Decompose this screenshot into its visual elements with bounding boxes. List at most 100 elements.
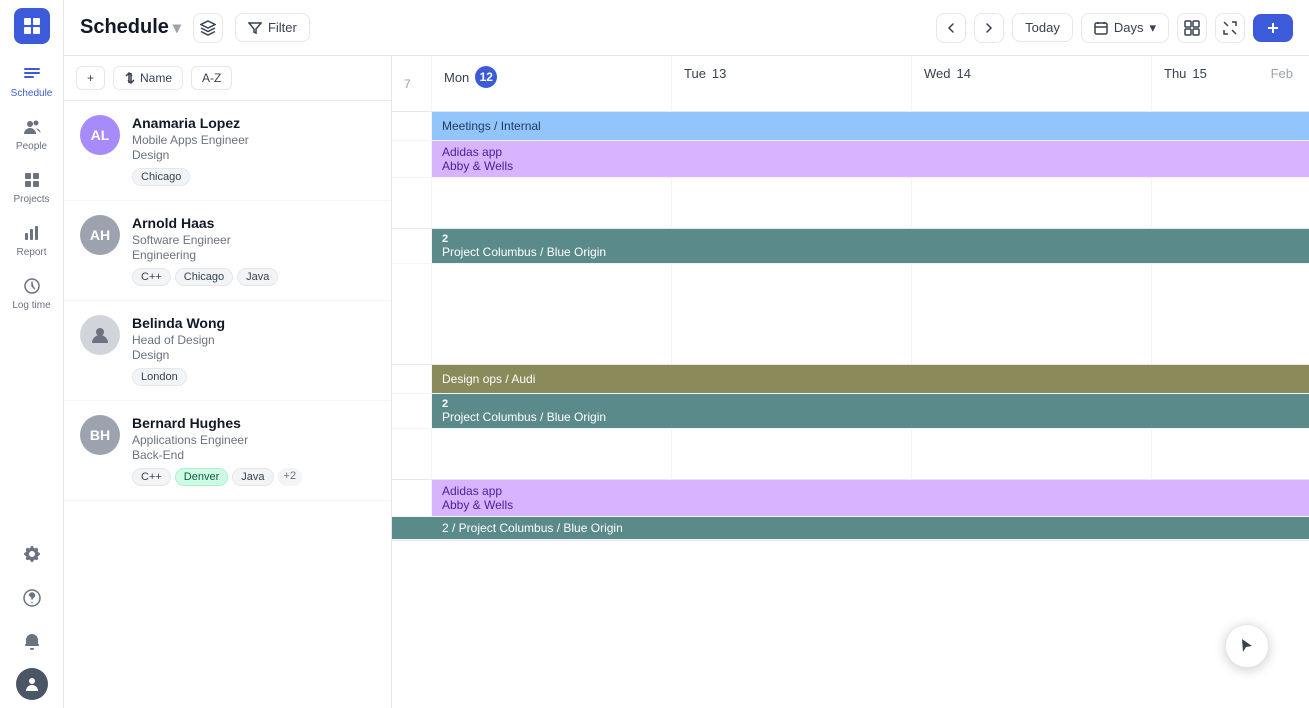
add-person-button[interactable]: +: [76, 66, 105, 90]
content-area: + Name A-Z AL Anama: [64, 56, 1309, 708]
sidebar-item-people[interactable]: People: [4, 109, 60, 158]
sidebar-item-report[interactable]: Report: [4, 215, 60, 264]
person-info-anamaria: Anamaria Lopez Mobile Apps Engineer Desi…: [132, 115, 375, 186]
avatar-bernard: BH: [80, 415, 120, 455]
tag-java-bernard: Java: [232, 468, 273, 486]
schedule-icon: [20, 62, 44, 86]
person-card-bernard: BH Bernard Hughes Applications Engineer …: [64, 401, 391, 501]
cell-anamaria-thu[interactable]: [1152, 178, 1309, 228]
person-role-bernard: Applications Engineer: [132, 433, 375, 447]
app-logo[interactable]: [14, 8, 50, 44]
event-row-columbus-1: 2 Project Columbus / Blue Origin: [392, 229, 1309, 264]
month-label: Feb: [1271, 66, 1293, 81]
avatar-arnold: AH: [80, 215, 120, 255]
cell-anamaria-tue[interactable]: [672, 178, 912, 228]
cell-anamaria-mon[interactable]: [432, 178, 672, 228]
event-adidas-bar-bernard[interactable]: Adidas app Abby & Wells: [432, 480, 1309, 516]
gear-icon: [20, 542, 44, 566]
event-columbus-bar-1[interactable]: 2 Project Columbus / Blue Origin: [432, 229, 1309, 263]
cursor-button[interactable]: [1225, 624, 1269, 668]
person-name-bernard: Bernard Hughes: [132, 415, 375, 431]
app-header: Schedule ▾ Filter: [64, 0, 1309, 56]
event-adidas-bar[interactable]: Adidas app Abby & Wells: [432, 141, 1309, 177]
event-columbus-bar-belinda[interactable]: 2 Project Columbus / Blue Origin: [432, 394, 1309, 428]
empty-row-arnold-1: [392, 264, 1309, 314]
cell-anamaria-wed[interactable]: [912, 178, 1152, 228]
sidebar-item-schedule[interactable]: Schedule: [4, 56, 60, 105]
person-name-arnold: Arnold Haas: [132, 215, 375, 231]
meetings-internal-event[interactable]: Meetings / Internal: [432, 112, 1309, 140]
person-role-anamaria: Mobile Apps Engineer: [132, 133, 375, 147]
person-tags-anamaria: Chicago: [132, 168, 375, 186]
projects-icon: [20, 168, 44, 192]
cell-arnold-wed[interactable]: [912, 264, 1152, 314]
cell-arnold-tue[interactable]: [672, 264, 912, 314]
columbus-title-1: Project Columbus / Blue Origin: [442, 245, 1299, 259]
columbus-event-1[interactable]: 2 Project Columbus / Blue Origin: [432, 229, 1309, 263]
date-col-mon: Mon 12: [432, 56, 672, 111]
grid-view-button[interactable]: [1177, 13, 1207, 43]
prev-button[interactable]: [936, 13, 966, 43]
user-avatar[interactable]: [16, 668, 48, 700]
columbus-event-belinda[interactable]: 2 Project Columbus / Blue Origin: [432, 394, 1309, 428]
cell-belinda-mon[interactable]: [432, 429, 672, 479]
main-content: Schedule ▾ Filter: [64, 0, 1309, 708]
avatar-belinda: [80, 315, 120, 355]
sidebar-item-logtime[interactable]: Log time: [4, 268, 60, 317]
date-wed: 14: [957, 66, 971, 81]
event-row-adidas-bernard: Adidas app Abby & Wells: [392, 480, 1309, 517]
adidas-title-bernard: Adidas app: [442, 484, 1299, 498]
schedule-grid: 7 Mon 12 Tue 13: [392, 56, 1309, 708]
sort-name-button[interactable]: Name: [113, 66, 183, 90]
person-card-anamaria: AL Anamaria Lopez Mobile Apps Engineer D…: [64, 101, 391, 201]
sidebar-item-notifications[interactable]: [4, 624, 60, 660]
order-button[interactable]: A-Z: [191, 66, 232, 90]
event-meetings-bar[interactable]: Meetings / Internal: [432, 112, 1309, 140]
date-tue: 13: [712, 66, 726, 81]
expand-button[interactable]: [1215, 13, 1245, 43]
tag-cpp-arnold: C++: [132, 268, 171, 286]
row-indent: [392, 480, 432, 516]
person-tags-bernard: C++ Denver Java +2: [132, 468, 375, 486]
date-thu: 15: [1192, 66, 1206, 81]
cell-arnold-mon[interactable]: [432, 264, 672, 314]
person-card-belinda: Belinda Wong Head of Design Design Londo…: [64, 301, 391, 401]
event-row-columbus-belinda: 2 Project Columbus / Blue Origin: [392, 394, 1309, 429]
next-button[interactable]: [974, 13, 1004, 43]
date-col-tue: Tue 13: [672, 56, 912, 111]
sidebar-item-settings[interactable]: [4, 536, 60, 572]
cell-belinda-tue[interactable]: [672, 429, 912, 479]
event-row-columbus-bernard[interactable]: 2 / Project Columbus / Blue Origin: [392, 517, 1309, 540]
date-header: 7 Mon 12 Tue 13: [392, 56, 1309, 112]
sidebar-item-help[interactable]: [4, 580, 60, 616]
empty-row-belinda: [392, 429, 1309, 479]
sidebar-people-label: People: [16, 141, 47, 152]
event-designops-bar[interactable]: Design ops / Audi: [432, 365, 1309, 393]
help-icon: [20, 586, 44, 610]
cell-arnold-thu[interactable]: [1152, 264, 1309, 314]
adidas-event-bernard[interactable]: Adidas app Abby & Wells: [432, 480, 1309, 516]
cell-belinda-thu[interactable]: [1152, 429, 1309, 479]
row-indent: [392, 229, 432, 263]
sidebar-item-projects[interactable]: Projects: [4, 162, 60, 211]
layers-button[interactable]: [193, 13, 223, 43]
tag-java-arnold: Java: [237, 268, 278, 286]
adidas-title-1: Adidas app: [442, 145, 1299, 159]
cell-belinda-wed[interactable]: [912, 429, 1152, 479]
columbus-count-1: 2: [442, 233, 1299, 245]
add-button[interactable]: [1253, 14, 1293, 42]
days-button[interactable]: Days ▾: [1081, 13, 1169, 43]
tag-chicago-arnold: Chicago: [175, 268, 233, 286]
people-toolbar: + Name A-Z: [64, 56, 391, 101]
filter-button[interactable]: Filter: [235, 13, 310, 42]
person-dept-bernard: Back-End: [132, 448, 375, 462]
designops-event[interactable]: Design ops / Audi: [432, 365, 1309, 393]
adidas-event-1[interactable]: Adidas app Abby & Wells: [432, 141, 1309, 177]
person-card-arnold: AH Arnold Haas Software Engineer Enginee…: [64, 201, 391, 301]
empty-row-arnold-2: [392, 314, 1309, 364]
columbus-title-belinda: Project Columbus / Blue Origin: [442, 410, 1299, 424]
day-mon: Mon: [444, 70, 469, 85]
today-button[interactable]: Today: [1012, 13, 1073, 42]
sidebar-projects-label: Projects: [13, 194, 49, 205]
avatar-anamaria: AL: [80, 115, 120, 155]
